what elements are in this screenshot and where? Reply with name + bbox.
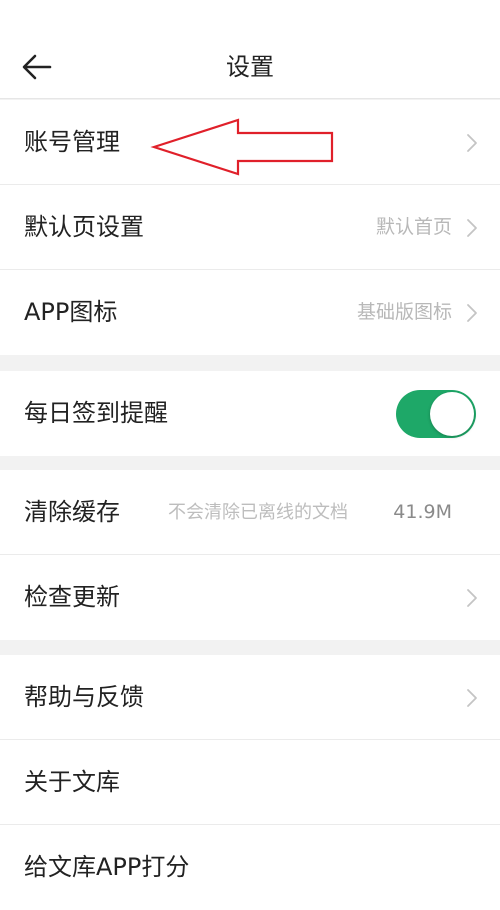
default-page-row[interactable]: 默认页设置 默认首页 xyxy=(0,185,500,270)
chevron-right-icon xyxy=(467,304,477,322)
account-management-label: 账号管理 xyxy=(24,128,120,156)
help-feedback-label: 帮助与反馈 xyxy=(24,683,144,711)
default-page-label: 默认页设置 xyxy=(24,213,144,241)
about-library-row[interactable]: 关于文库 xyxy=(0,740,500,825)
daily-checkin-reminder-label: 每日签到提醒 xyxy=(24,399,168,427)
clear-cache-label: 清除缓存 xyxy=(24,498,120,526)
rate-app-row[interactable]: 给文库APP打分 xyxy=(0,825,500,910)
app-icon-row[interactable]: APP图标 基础版图标 xyxy=(0,270,500,355)
rate-app-label: 给文库APP打分 xyxy=(24,853,190,881)
app-icon-value: 基础版图标 xyxy=(356,301,452,323)
check-update-label: 检查更新 xyxy=(24,583,120,611)
page-title: 设置 xyxy=(226,53,274,81)
toggle-knob xyxy=(430,392,474,436)
cache-size-value: 41.9M xyxy=(393,501,452,523)
chevron-right-icon xyxy=(467,219,477,237)
chevron-right-icon xyxy=(467,689,477,707)
account-management-row[interactable]: 账号管理 xyxy=(0,100,500,185)
default-page-value: 默认首页 xyxy=(375,216,452,238)
settings-group-about: 帮助与反馈 关于文库 给文库APP打分 xyxy=(0,655,500,910)
check-update-row[interactable]: 检查更新 xyxy=(0,555,500,640)
about-library-label: 关于文库 xyxy=(24,768,120,796)
help-feedback-row[interactable]: 帮助与反馈 xyxy=(0,655,500,740)
daily-checkin-toggle[interactable] xyxy=(396,390,476,438)
clear-cache-hint: 不会清除已离线的文档 xyxy=(168,502,348,523)
app-icon-label: APP图标 xyxy=(24,298,118,326)
clear-cache-row[interactable]: 清除缓存 不会清除已离线的文档 41.9M xyxy=(0,470,500,555)
settings-group-storage: 清除缓存 不会清除已离线的文档 41.9M 检查更新 xyxy=(0,470,500,640)
chevron-right-icon xyxy=(467,134,477,152)
daily-checkin-reminder-row: 每日签到提醒 xyxy=(0,371,500,456)
chevron-right-icon xyxy=(467,589,477,607)
top-bar: 设置 xyxy=(0,0,500,99)
settings-group-general: 账号管理 默认页设置 默认首页 APP图标 基础版图标 xyxy=(0,100,500,355)
settings-group-reminder: 每日签到提醒 xyxy=(0,371,500,456)
